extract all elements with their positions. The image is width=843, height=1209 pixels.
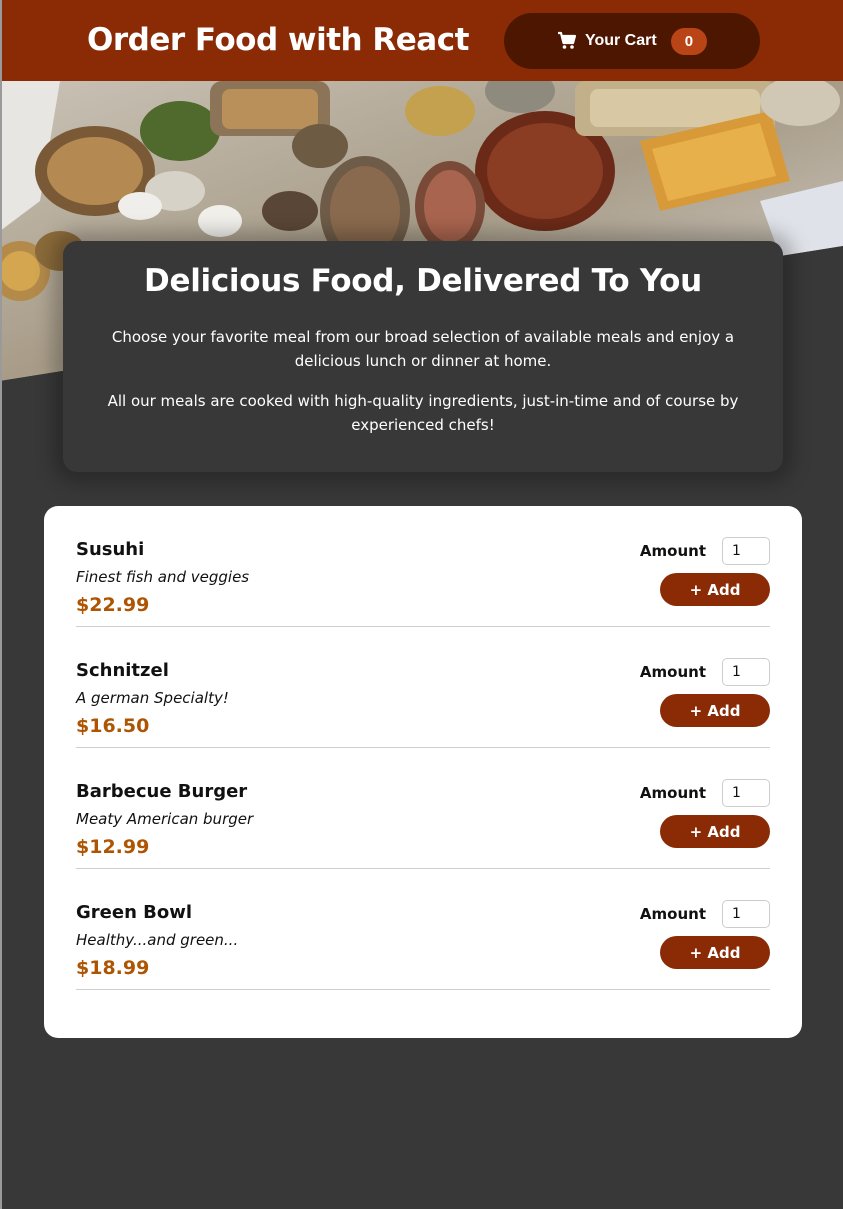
- cart-button[interactable]: Your Cart 0: [504, 13, 760, 69]
- summary-paragraph-1: Choose your favorite meal from our broad…: [111, 328, 735, 370]
- add-button[interactable]: + Add: [660, 936, 770, 969]
- amount-row: Amount: [640, 537, 770, 565]
- meal-name: Barbecue Burger: [76, 781, 248, 802]
- meal-info: Susuhi Finest fish and veggies $22.99: [76, 539, 249, 626]
- summary-heading: Delicious Food, Delivered To You: [144, 263, 702, 299]
- amount-label: Amount: [639, 905, 706, 923]
- add-button[interactable]: + Add: [660, 694, 770, 727]
- meal-name: Green Bowl: [76, 902, 193, 923]
- meal-info: Green Bowl Healthy...and green... $18.99: [76, 902, 238, 989]
- meal-info: Schnitzel A german Specialty! $16.50: [76, 660, 229, 747]
- meal-item: Green Bowl Healthy...and green... $18.99…: [76, 869, 770, 990]
- meal-form: Amount + Add: [640, 658, 770, 747]
- meal-price: $22.99: [76, 594, 150, 616]
- meals-card: Susuhi Finest fish and veggies $22.99 Am…: [44, 506, 802, 1038]
- meal-price: $18.99: [76, 957, 150, 979]
- meal-form: Amount + Add: [640, 537, 770, 626]
- meal-description: Healthy...and green...: [76, 931, 239, 949]
- amount-label: Amount: [639, 542, 706, 560]
- amount-input[interactable]: [722, 658, 770, 686]
- meal-price: $12.99: [76, 836, 150, 858]
- amount-input[interactable]: [722, 900, 770, 928]
- meal-item: Schnitzel A german Specialty! $16.50 Amo…: [76, 627, 770, 748]
- meal-description: A german Specialty!: [76, 689, 229, 707]
- summary-card: Delicious Food, Delivered To You Choose …: [63, 241, 783, 472]
- meal-description: Finest fish and veggies: [76, 568, 250, 586]
- app-title: Order Food with React: [87, 22, 469, 58]
- meal-item: Susuhi Finest fish and veggies $22.99 Am…: [76, 506, 770, 627]
- meal-info: Barbecue Burger Meaty American burger $1…: [76, 781, 253, 868]
- meal-price: $16.50: [76, 715, 150, 737]
- meal-form: Amount + Add: [640, 779, 770, 868]
- add-button[interactable]: + Add: [660, 573, 770, 606]
- app-header: Order Food with React Your Cart 0: [0, 0, 843, 81]
- amount-input[interactable]: [722, 779, 770, 807]
- amount-input[interactable]: [722, 537, 770, 565]
- amount-row: Amount: [640, 779, 770, 807]
- add-button[interactable]: + Add: [660, 815, 770, 848]
- meals-list: Susuhi Finest fish and veggies $22.99 Am…: [76, 506, 770, 990]
- window-edge: [0, 0, 2, 1209]
- meal-name: Susuhi: [76, 539, 145, 560]
- amount-label: Amount: [639, 784, 706, 802]
- cart-icon: [557, 31, 577, 51]
- meal-name: Schnitzel: [76, 660, 169, 681]
- amount-row: Amount: [640, 900, 770, 928]
- amount-label: Amount: [639, 663, 706, 681]
- meal-description: Meaty American burger: [76, 810, 254, 828]
- meal-form: Amount + Add: [640, 900, 770, 989]
- summary-paragraph-2: All our meals are cooked with high-quali…: [107, 392, 739, 434]
- meal-item: Barbecue Burger Meaty American burger $1…: [76, 748, 770, 869]
- cart-label: Your Cart: [584, 32, 657, 49]
- amount-row: Amount: [640, 658, 770, 686]
- cart-count-badge: 0: [670, 27, 708, 55]
